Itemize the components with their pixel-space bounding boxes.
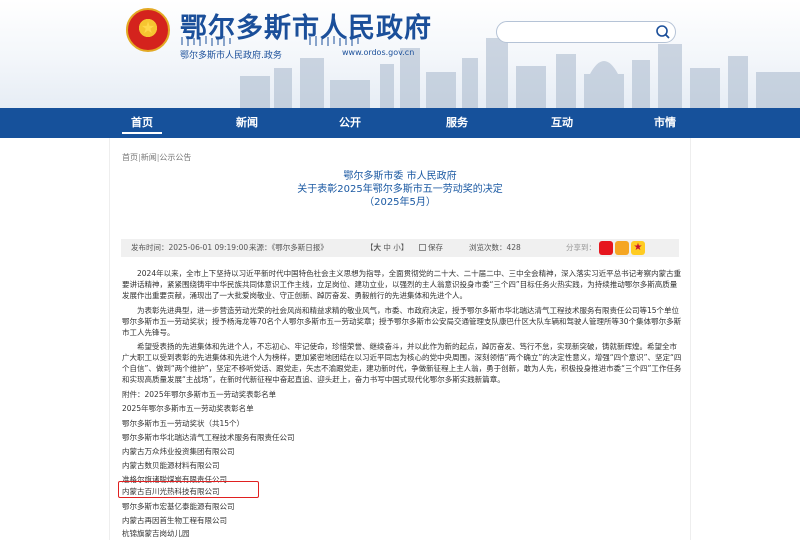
site-subtitle: 鄂尔多斯市人民政府.政务 [180, 51, 282, 61]
breadcrumb-home[interactable]: 首页 [122, 153, 138, 162]
red-highlight-box [118, 481, 259, 498]
article-meta-bar: 发布时间：2025-06-01 09:19:00 来源：《鄂尔多斯日报》 【大 … [121, 239, 679, 257]
nav-item-service[interactable]: 服务 [427, 108, 487, 138]
publish-time: 发布时间：2025-06-01 09:19:00 [131, 243, 249, 252]
national-emblem-icon: ★ [126, 8, 170, 52]
mongolian-script-decoration [181, 36, 359, 46]
main-nav: 首页 新闻 公开 服务 互动 市情 [0, 108, 800, 138]
nav-item-news[interactable]: 新闻 [217, 108, 277, 138]
list-item: 鄂尔多斯市五一劳动奖状（共15个） [122, 419, 245, 428]
article-paragraph: 2024年以来，全市上下坚持以习近平新时代中国特色社会主义思想为指导，全面贯彻党… [122, 269, 682, 300]
save-button[interactable]: 保存 [419, 239, 443, 257]
list-item: 内蒙古万众炜业投资集团有限公司 [122, 447, 235, 456]
breadcrumb: 首页|新闻|公示公告 [122, 152, 191, 163]
search-icon[interactable] [653, 23, 673, 41]
qzone-share-icon[interactable] [615, 241, 629, 255]
list-item: 鄂尔多斯市宏基亿泰能源有限公司 [122, 502, 235, 511]
article-container: 首页|新闻|公示公告 鄂尔多斯市委 市人民政府 关于表彰2025年鄂尔多斯市五一… [109, 138, 691, 540]
list-item: 内蒙古再因首生物工程有限公司 [122, 516, 227, 525]
view-count: 浏览次数：428 [469, 243, 521, 252]
site-url: www.ordos.gov.cn [342, 48, 415, 57]
font-size-large[interactable]: 大 [374, 243, 382, 252]
favorite-star-icon[interactable]: ★ [631, 241, 645, 255]
title-line-3: （2025年5月） [364, 197, 436, 208]
font-size-controls: 【大 中 小】 [366, 243, 409, 252]
article-title: 鄂尔多斯市委 市人民政府 关于表彰2025年鄂尔多斯市五一劳动奖的决定 （202… [110, 170, 690, 209]
breadcrumb-news[interactable]: 新闻 [141, 153, 157, 162]
list-item: 杭锦旗蒙吉岗幼儿园 [122, 529, 190, 538]
nav-item-city[interactable]: 市情 [635, 108, 695, 138]
site-header: ★ 鄂尔多斯市人民政府 鄂尔多斯市人民政府.政务 www.ordos.gov.c… [0, 0, 800, 108]
title-line-1: 鄂尔多斯市委 市人民政府 [343, 171, 457, 182]
nav-item-open[interactable]: 公开 [320, 108, 380, 138]
nav-item-interact[interactable]: 互动 [532, 108, 592, 138]
list-item: 附件：2025年鄂尔多斯市五一劳动奖表彰名单 [122, 390, 277, 399]
article-source: 来源：《鄂尔多斯日报》 [249, 243, 328, 252]
weibo-share-icon[interactable] [599, 241, 613, 255]
font-size-mid[interactable]: 中 [383, 243, 391, 252]
nav-item-home[interactable]: 首页 [112, 108, 172, 138]
save-label: 保存 [428, 243, 443, 252]
list-item: 2025年鄂尔多斯市五一劳动奖表彰名单 [122, 404, 254, 413]
save-icon [419, 244, 426, 251]
list-item: 内蒙古数贝能源材料有限公司 [122, 461, 220, 470]
search-input[interactable] [496, 21, 676, 43]
article-paragraph: 希望受表扬的先进集体和先进个人，不忘初心、牢记使命，珍惜荣誉、继续奋斗，并以此作… [122, 342, 682, 384]
list-item: 鄂尔多斯市华北瑞达清气工程技术服务有限责任公司 [122, 433, 295, 442]
share-label: 分享到： [566, 243, 596, 252]
font-size-small[interactable]: 小 [393, 243, 401, 252]
breadcrumb-notice[interactable]: 公示公告 [159, 153, 191, 162]
title-line-2: 关于表彰2025年鄂尔多斯市五一劳动奖的决定 [297, 184, 503, 195]
article-paragraph: 为表彰先进典型，进一步营造劳动光荣的社会风尚和精益求精的敬业风气，市委、市政府决… [122, 306, 682, 337]
